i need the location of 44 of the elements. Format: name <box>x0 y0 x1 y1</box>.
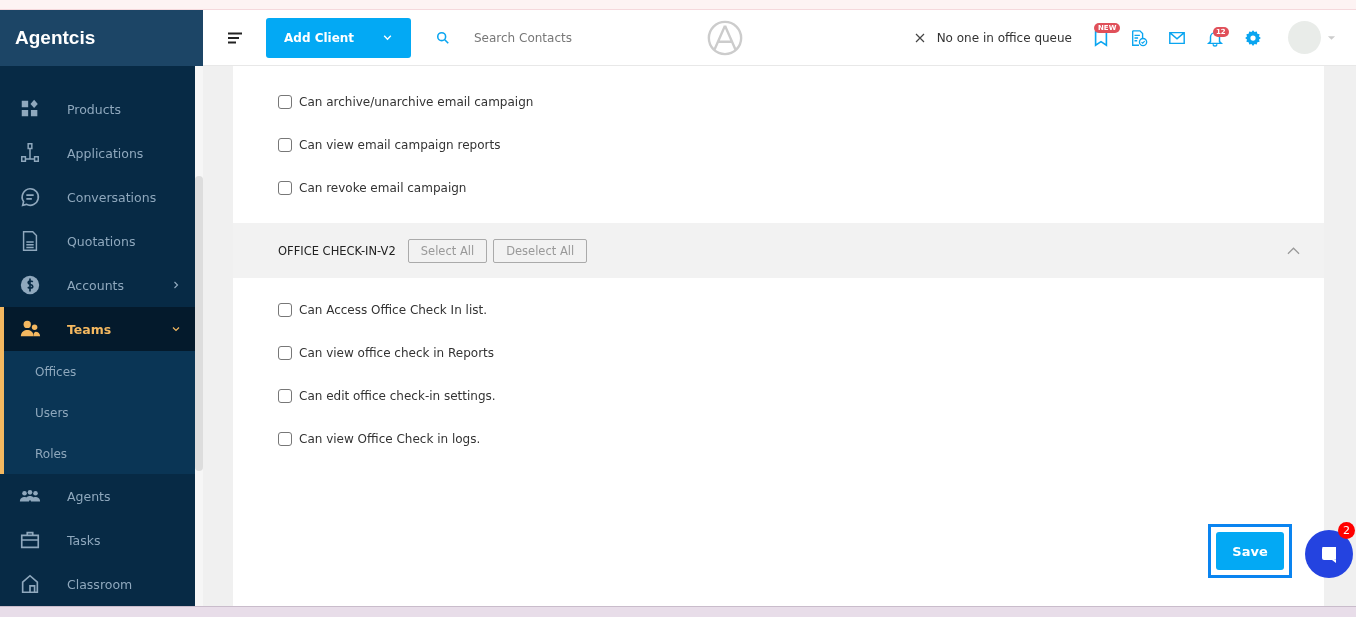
scrollbar[interactable] <box>195 66 203 606</box>
checkbox[interactable] <box>278 388 292 403</box>
logo-icon <box>706 18 745 57</box>
briefcase-icon <box>19 529 41 551</box>
sidebar-item[interactable]: Classroom <box>0 562 195 606</box>
menu-icon[interactable] <box>227 31 243 44</box>
house-icon <box>19 573 41 595</box>
sidebar-item[interactable]: Conversations <box>0 175 195 219</box>
sidebar-subitem[interactable]: Offices <box>4 351 195 392</box>
sidebar-item[interactable]: Agents <box>0 474 195 518</box>
checkbox[interactable] <box>278 345 292 360</box>
permission-label: Can archive/unarchive email campaign <box>299 94 534 109</box>
sidebar-item[interactable]: Teams <box>0 307 195 351</box>
permission-label: Can Access Office Check In list. <box>299 302 487 317</box>
permission-label: Can view office check in Reports <box>299 345 495 360</box>
permission-label: Can edit office check-in settings. <box>299 388 496 403</box>
queue-status: No one in office queue <box>936 30 1072 45</box>
permission-label: Can view email campaign reports <box>299 137 501 152</box>
search-icon[interactable] <box>436 30 450 45</box>
dollar-icon <box>19 274 41 296</box>
close-icon[interactable] <box>914 32 925 43</box>
chat-icon <box>19 186 41 208</box>
checkbox[interactable] <box>278 94 292 109</box>
permission-label: Can revoke email campaign <box>299 180 467 195</box>
permission-label: Can view Office Check in logs. <box>299 431 481 446</box>
settings-icon[interactable] <box>1244 28 1262 47</box>
checkbox[interactable] <box>278 431 292 446</box>
sidebar-item[interactable]: Applications <box>0 131 195 175</box>
sidebar-item[interactable]: Products <box>0 87 195 131</box>
checkbox[interactable] <box>278 180 292 195</box>
sidebar-item[interactable]: Tasks <box>0 518 195 562</box>
sidebar-subitem[interactable]: Roles <box>4 433 195 474</box>
chevron-up-icon[interactable] <box>1287 246 1300 255</box>
sidebar-item[interactable]: Quotations <box>0 219 195 263</box>
chat-icon <box>1319 544 1339 564</box>
document-check-icon[interactable] <box>1130 28 1148 47</box>
checkbox[interactable] <box>278 302 292 317</box>
brand-logo[interactable]: Agentcis <box>15 27 96 49</box>
section-title: OFFICE CHECK-IN-V2 <box>278 243 396 258</box>
chat-badge: 2 <box>1338 522 1355 539</box>
sidebar-subitem[interactable]: Users <box>4 392 195 433</box>
sidebar-item[interactable]: Accounts <box>0 263 195 307</box>
checkbox[interactable] <box>278 137 292 152</box>
flowchart-icon <box>19 142 41 164</box>
